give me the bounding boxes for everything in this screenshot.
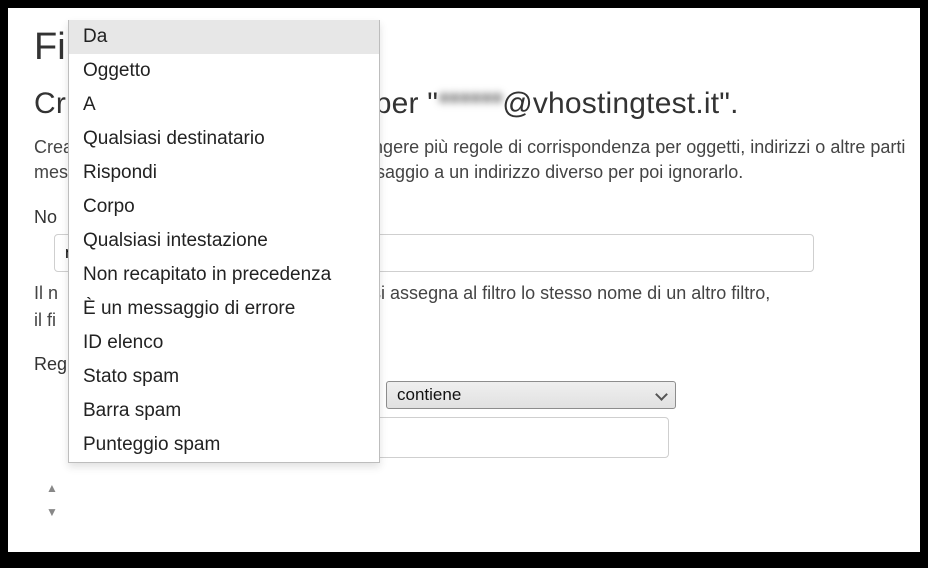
rule-operator-select-value: contiene [397, 385, 461, 405]
desc-line2-prefix: mes [34, 162, 68, 182]
reorder-up-icon[interactable]: ▲ [46, 481, 58, 495]
rule-field-dropdown[interactable]: DaOggettoAQualsiasi destinatarioRispondi… [68, 20, 380, 463]
dropdown-option[interactable]: Non recapitato in precedenza [69, 258, 379, 292]
dropdown-option[interactable]: Stato spam [69, 360, 379, 394]
dropdown-option[interactable]: È un messaggio di errore [69, 292, 379, 326]
dropdown-option[interactable]: Rispondi [69, 156, 379, 190]
dropdown-option[interactable]: Barra spam [69, 394, 379, 428]
hint-line2-prefix: il fi [34, 310, 56, 330]
dropdown-option[interactable]: Da [69, 20, 379, 54]
rule-operator-select[interactable]: contiene [386, 381, 676, 409]
dropdown-option[interactable]: Corpo [69, 190, 379, 224]
dropdown-option[interactable]: Oggetto [69, 54, 379, 88]
subhead-suffix: @vhostingtest.it". [502, 87, 738, 120]
subhead-redacted: ****** [438, 87, 502, 121]
hint-line1-rest: si assegna al filtro lo stesso nome di u… [372, 283, 770, 303]
dropdown-option[interactable]: A [69, 88, 379, 122]
hint-line1-prefix: Il n [34, 283, 58, 303]
reorder-down-icon[interactable]: ▼ [46, 505, 58, 519]
chevron-down-icon [655, 388, 669, 402]
dropdown-option[interactable]: Qualsiasi destinatario [69, 122, 379, 156]
subhead-prefix: Cr [34, 87, 66, 120]
dropdown-option[interactable]: Punteggio spam [69, 428, 379, 462]
desc-line1-rest: ngere più regole di corrispondenza per o… [373, 137, 905, 157]
desc-line2-rest: saggio a un indirizzo diverso per poi ig… [376, 162, 743, 182]
dropdown-option[interactable]: Qualsiasi intestazione [69, 224, 379, 258]
dropdown-option[interactable]: ID elenco [69, 326, 379, 360]
